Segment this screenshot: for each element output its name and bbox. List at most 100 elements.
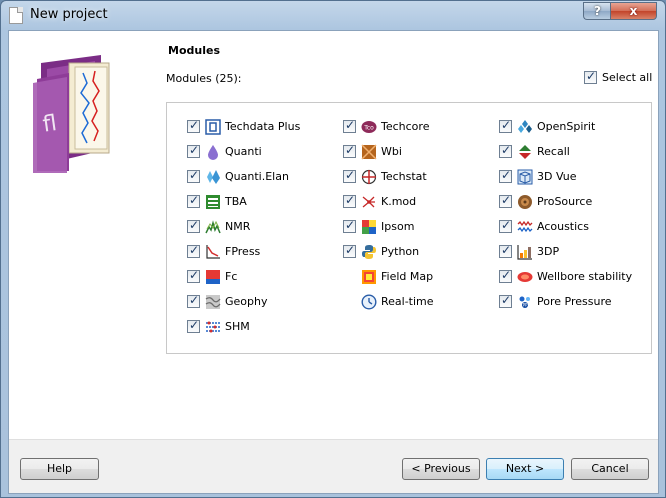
module-checkbox[interactable] [343,193,356,208]
modules-column-2: Tco Techcore Wbi Techstat [343,114,434,314]
acoustics-icon [517,219,533,235]
module-label: Fc [225,270,238,283]
module-label: TBA [225,195,247,208]
svg-text:Tco: Tco [363,124,374,131]
module-checkbox[interactable] [187,218,200,233]
module-quanti[interactable]: Quanti [187,139,300,164]
module-wellbore-stability[interactable]: Wellbore stability [499,264,632,289]
module-checkbox[interactable] [343,218,356,233]
module-wbi[interactable]: Wbi [343,139,434,164]
module-checkbox[interactable] [499,243,512,258]
module-nmr[interactable]: NMR [187,214,300,239]
module-tba[interactable]: TBA [187,189,300,214]
module-checkbox[interactable] [343,143,356,158]
module-label: Real-time [381,295,434,308]
module-label: ProSource [537,195,593,208]
module-quanti-elan[interactable]: Quanti.Elan [187,164,300,189]
fc-icon [205,269,221,285]
module-field-map[interactable]: Field Map [343,264,434,289]
module-checkbox[interactable] [187,193,200,208]
techstat-icon [361,169,377,185]
module-checkbox[interactable] [187,318,200,333]
fieldmap-icon [361,269,377,285]
module-fpress[interactable]: FPress [187,239,300,264]
cube-icon [517,169,533,185]
module-kmod[interactable]: K.mod [343,189,434,214]
module-checkbox[interactable] [499,293,512,308]
kmod-icon [361,194,377,210]
module-label: NMR [225,220,251,233]
module-checkbox[interactable] [499,168,512,183]
nmr-icon [205,219,221,235]
module-checkbox[interactable] [343,168,356,183]
module-checkbox[interactable] [187,293,200,308]
module-shm[interactable]: SHM [187,314,300,339]
3dp-icon [517,244,533,260]
help-button[interactable]: Help [20,458,99,480]
module-3dp[interactable]: 3DP [499,239,632,264]
module-checkbox[interactable] [499,218,512,233]
module-acoustics[interactable]: Acoustics [499,214,632,239]
module-checkbox[interactable] [187,243,200,258]
select-all-label: Select all [602,71,653,84]
module-label: Quanti [225,145,262,158]
module-prosource[interactable]: ProSource [499,189,632,214]
module-checkbox[interactable] [187,168,200,183]
module-label: OpenSpirit [537,120,596,133]
module-checkbox[interactable] [187,143,200,158]
wizard-page: fl Modules Modules (25): Select all Tech… [9,31,658,439]
button-bar: Help < Previous Next > Cancel [9,439,658,493]
module-label: Geophy [225,295,268,308]
module-checkbox[interactable] [343,295,356,308]
module-checkbox[interactable] [499,143,512,158]
clock-icon [361,293,377,310]
module-techdata-plus[interactable]: Techdata Plus [187,114,300,139]
next-button[interactable]: Next > [486,458,564,480]
module-checkbox[interactable] [499,193,512,208]
module-python[interactable]: Python [343,239,434,264]
module-fc[interactable]: Fc [187,264,300,289]
geophy-icon [205,294,221,310]
module-3d-vue[interactable]: 3D Vue [499,164,632,189]
module-checkbox[interactable] [343,243,356,258]
tba-icon [205,194,221,210]
module-label: Techdata Plus [225,120,301,133]
shm-icon [205,319,221,335]
window-title: New project [30,7,108,22]
drop-icon [205,144,221,160]
select-all-checkbox[interactable]: Select all [584,69,653,84]
module-label: Wellbore stability [537,270,633,283]
module-recall[interactable]: Recall [499,139,632,164]
module-checkbox[interactable] [343,118,356,133]
module-ipsom[interactable]: Ipsom [343,214,434,239]
module-checkbox[interactable] [187,268,200,283]
select-all-check[interactable] [584,69,597,84]
module-techstat[interactable]: Techstat [343,164,434,189]
cancel-button[interactable]: Cancel [571,458,649,480]
techdata-icon [205,118,221,135]
module-label: Pore Pressure [537,295,612,308]
module-label: Field Map [381,270,434,283]
section-title: Modules [168,44,220,57]
module-checkbox[interactable] [187,118,200,133]
module-real-time[interactable]: Real-time [343,289,434,314]
prosource-icon [517,194,533,210]
help-caption-button[interactable]: ? [583,2,611,20]
module-techcore[interactable]: Tco Techcore [343,114,434,139]
title-bar[interactable]: New project ? x [1,1,665,31]
module-checkbox[interactable] [499,118,512,133]
recall-icon [517,144,533,160]
module-label: 3DP [537,245,560,258]
module-pore-pressure[interactable]: PP Pore Pressure [499,289,632,314]
previous-button[interactable]: < Previous [402,458,480,480]
close-button[interactable]: x [610,2,657,20]
module-openspirit[interactable]: OpenSpirit [499,114,632,139]
openspirit-icon [517,119,533,135]
module-geophy[interactable]: Geophy [187,289,300,314]
module-label: 3D Vue [537,170,577,183]
module-checkbox[interactable] [499,268,512,283]
module-label: Ipsom [381,220,415,233]
module-label: SHM [225,320,250,333]
module-checkbox[interactable] [343,270,356,283]
module-label: Techcore [381,120,430,133]
